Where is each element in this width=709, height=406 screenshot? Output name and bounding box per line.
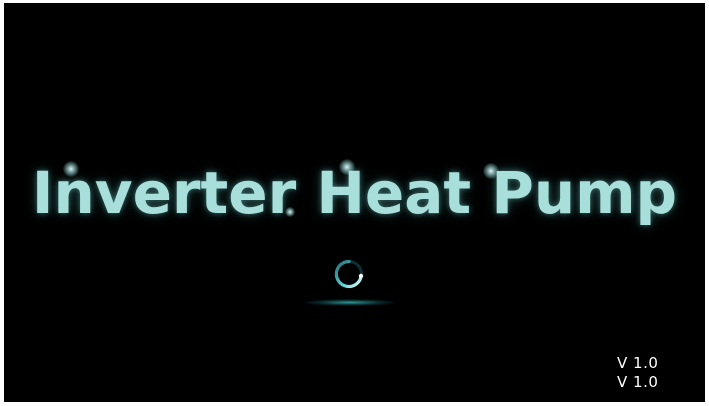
- spinner-reflection: [304, 299, 396, 306]
- loading-spinner-icon: [334, 259, 364, 289]
- splash-screen: Inverter Heat Pump V 1.0 V 1.0: [4, 3, 705, 402]
- version-label-2: V 1.0: [617, 373, 659, 391]
- title-sparkle-4: [285, 207, 295, 217]
- version-label-1: V 1.0: [617, 354, 659, 372]
- title-sparkle-1: [63, 161, 79, 177]
- title-sparkle-2: [339, 159, 355, 175]
- title-sparkle-3: [483, 163, 499, 179]
